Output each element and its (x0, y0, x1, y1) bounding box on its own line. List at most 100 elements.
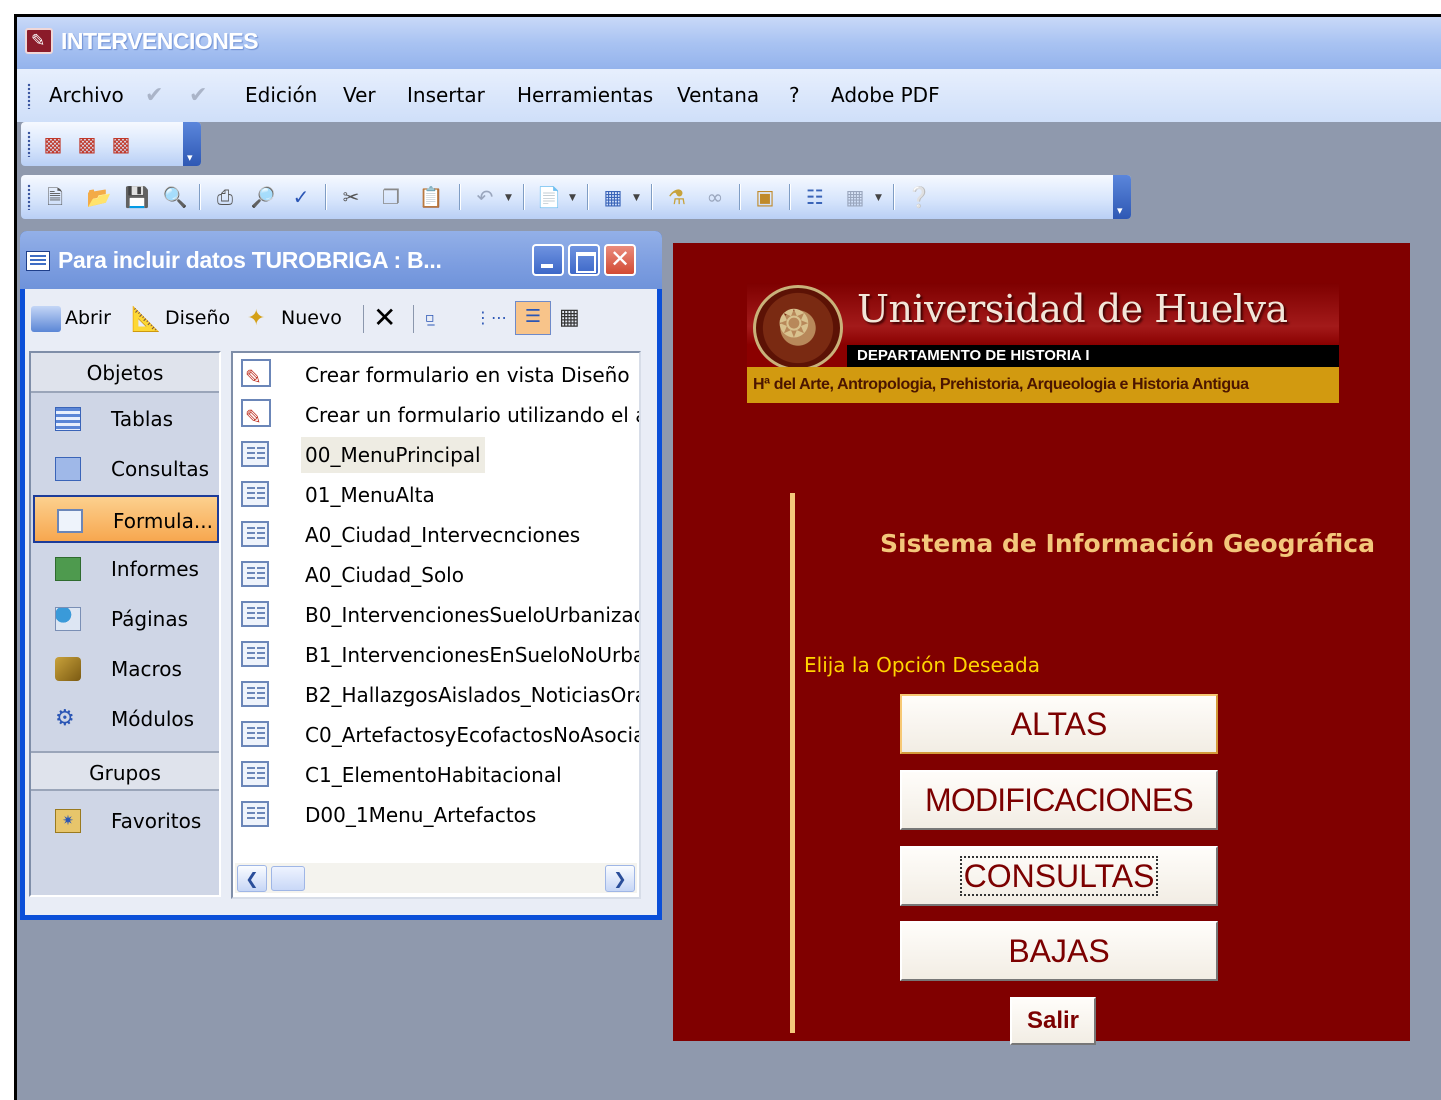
menu-edicion[interactable]: Edición (245, 83, 317, 107)
query-icon (55, 457, 81, 481)
print-icon[interactable]: ⎙ (211, 183, 239, 211)
toolbar-separator (651, 184, 653, 210)
menubar-grip[interactable] (27, 83, 31, 109)
undo-icon[interactable]: ↶ (471, 183, 499, 211)
spelling-icon[interactable]: ✓ (287, 183, 315, 211)
objects-item-informes[interactable]: Informes (33, 545, 219, 593)
new-object-icon: ✦ (247, 305, 266, 331)
large-icons-icon[interactable]: ▫̲ (425, 303, 435, 333)
database-window-icon[interactable] (26, 251, 50, 271)
table-icon (55, 407, 81, 431)
list-view-icon[interactable]: ☰ (515, 301, 551, 335)
objects-header[interactable]: Objetos (31, 353, 219, 393)
new-object-dropdown-icon[interactable]: ▼ (875, 193, 882, 203)
toolbar-separator (739, 184, 741, 210)
database-window-title-bar: Para incluir datos TUROBRIGA : B... (20, 231, 662, 289)
help-icon[interactable]: ❔ (905, 183, 933, 211)
database-toolbar: 🗎 📂 💾 🔍 ⎙ 🔎 ✓ ✂ ❐ 📋 ↶ ▼ 📄 ▼ ▦ ▼ ⚗ ∞ ▣ ☷ … (21, 175, 1131, 219)
search-icon[interactable]: 🔍 (161, 183, 189, 211)
pdf-convert-email-icon[interactable]: ▩ (73, 130, 101, 158)
form-icon (241, 721, 269, 747)
objects-bar: Objetos Tablas Consultas Formula... Info… (29, 351, 221, 897)
office-links-icon[interactable]: 📄 (535, 183, 563, 211)
toolbar-grip[interactable] (27, 184, 31, 210)
objects-item-paginas[interactable]: Páginas (33, 595, 219, 643)
objects-item-consultas[interactable]: Consultas (33, 445, 219, 493)
groups-header[interactable]: Grupos (31, 751, 219, 791)
salir-button[interactable]: Salir (1010, 997, 1096, 1045)
objects-item-modulos[interactable]: ⚙ Módulos (33, 695, 219, 743)
menu-archivo[interactable]: Archivo (49, 83, 124, 107)
details-view-icon[interactable]: ▦ (559, 303, 580, 333)
objects-item-macros[interactable]: Macros (33, 645, 219, 693)
scroll-thumb[interactable] (271, 866, 305, 891)
design-button[interactable]: 📐 Diseño (131, 303, 230, 333)
groups-item-favoritos[interactable]: ✷ Favoritos (33, 797, 219, 845)
database-window: Para incluir datos TUROBRIGA : B... Abri… (20, 231, 662, 920)
page-icon (55, 607, 81, 631)
analyze-icon[interactable]: ▦ (599, 183, 627, 211)
code-icon[interactable]: ⚗ (663, 183, 691, 211)
delete-icon[interactable]: ✕ (373, 303, 396, 333)
close-button[interactable] (604, 244, 636, 276)
form-icon (241, 641, 269, 667)
properties-icon[interactable]: ▣ (751, 183, 779, 211)
analyze-dropdown-icon[interactable]: ▼ (633, 193, 640, 203)
copy-icon[interactable]: ❐ (377, 183, 405, 211)
form-icon (241, 681, 269, 707)
open-button[interactable]: Abrir (31, 303, 111, 333)
altas-button[interactable]: ALTAS (900, 694, 1218, 754)
form-icon (241, 801, 269, 827)
menu-help[interactable]: ? (789, 83, 800, 107)
form-icon (57, 509, 83, 533)
form-icon (241, 441, 269, 467)
new-object-icon[interactable]: ▦ (841, 183, 869, 211)
university-logo: Universidad de Huelva DEPARTAMENTO DE HI… (747, 283, 1339, 403)
menu-ver[interactable]: Ver (343, 83, 376, 107)
toolbar-separator (893, 184, 895, 210)
form-icon (241, 481, 269, 507)
menu-insertar[interactable]: Insertar (407, 83, 485, 107)
relationships-icon[interactable]: ☷ (801, 183, 829, 211)
maximize-button[interactable] (568, 244, 600, 276)
bajas-button[interactable]: BAJAS (900, 921, 1218, 981)
objects-item-tablas[interactable]: Tablas (33, 395, 219, 443)
toolbar-grip[interactable] (27, 131, 31, 157)
save-icon[interactable]: 💾 (123, 183, 151, 211)
scroll-right-icon[interactable]: ❯ (605, 865, 635, 892)
menu-ventana[interactable]: Ventana (677, 83, 759, 107)
undo-dropdown-icon[interactable]: ▼ (505, 193, 512, 203)
new-icon[interactable]: 🗎 (41, 183, 69, 211)
toolbar-separator (459, 184, 461, 210)
access-app-icon[interactable] (25, 28, 53, 54)
cut-icon[interactable]: ✂ (337, 183, 365, 211)
small-icons-icon[interactable]: ⋮⋯ (475, 303, 507, 333)
wizard-icon (241, 399, 271, 435)
scroll-left-icon[interactable]: ❮ (237, 865, 267, 892)
design-ruler-icon: 📐 (131, 304, 161, 333)
menu-bar: Archivo ✔ ✔ Edición Ver Insertar Herrami… (17, 69, 1441, 122)
new-button[interactable]: ✦ Nuevo (247, 303, 342, 333)
app-title: INTERVENCIONES (61, 28, 259, 54)
logo-department: DEPARTAMENTO DE HISTORIA I (847, 345, 1339, 367)
toolbar-options-icon[interactable] (1113, 175, 1131, 219)
logo-university-name: Universidad de Huelva (857, 287, 1288, 331)
paste-icon[interactable]: 📋 (417, 183, 445, 211)
form-icon (241, 761, 269, 787)
toolbar-options-icon[interactable] (183, 122, 201, 166)
toolbar-separator (523, 184, 525, 210)
office-links-dropdown-icon[interactable]: ▼ (569, 193, 576, 203)
minimize-button[interactable] (532, 244, 564, 276)
pdf-review-icon[interactable]: ▩ (107, 130, 135, 158)
menu-herramientas[interactable]: Herramientas (517, 83, 653, 107)
horizontal-scrollbar[interactable]: ❮ ❯ (235, 863, 637, 893)
open-icon[interactable]: 📂 (85, 183, 113, 211)
script-icon[interactable]: ∞ (701, 183, 729, 211)
objects-item-formularios[interactable]: Formula... (33, 495, 219, 543)
print-preview-icon[interactable]: 🔎 (249, 183, 277, 211)
consultas-button[interactable]: CONSULTAS (900, 846, 1218, 906)
pdf-toolbar: ▩ ▩ ▩ (21, 122, 201, 166)
menu-adobe-pdf[interactable]: Adobe PDF (831, 83, 940, 107)
pdf-convert-icon[interactable]: ▩ (39, 130, 67, 158)
modificaciones-button[interactable]: MODIFICACIONES (900, 770, 1218, 830)
